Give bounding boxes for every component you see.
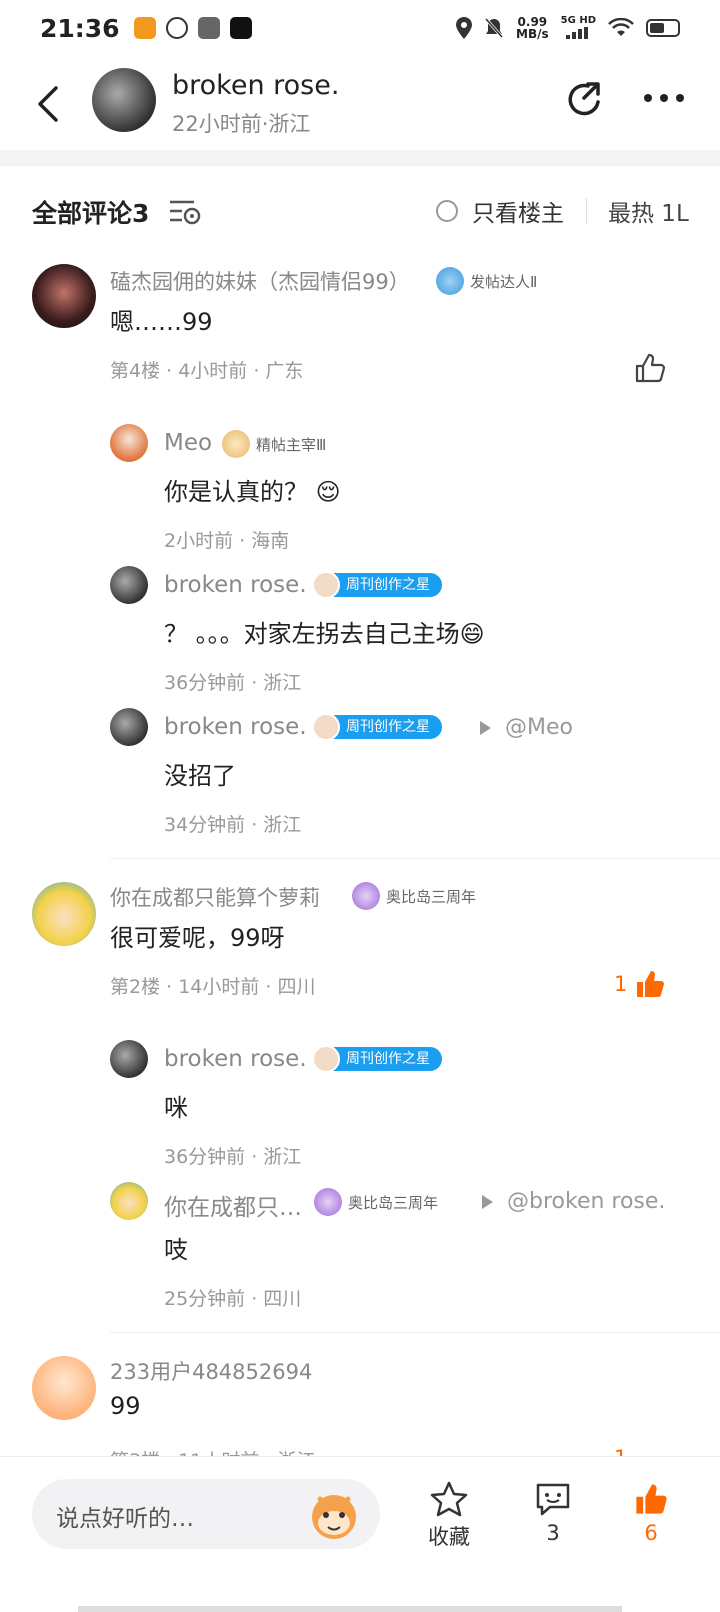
comment-text: 很可爱呢，99呀 [110,924,285,952]
replier-name[interactable]: Meo [164,430,212,456]
status-time: 21:36 [40,13,120,43]
author-name[interactable]: broken rose. [172,70,339,101]
comments-count: 3 [546,1521,560,1545]
tiktok-icon [229,17,252,39]
favorite-button[interactable]: 收藏 [414,1481,484,1551]
app-notification-icon [165,17,188,39]
reply-meta: 25分钟前 · 四川 [164,1288,302,1310]
badge-icon [436,267,464,295]
home-indicator [78,1606,622,1612]
net-speed-unit: MB/s [516,27,549,41]
status-bar: 21:36 0.99 MB/s 5G HD [0,0,720,56]
bottom-action-bar: 说点好听的… 收藏 3 6 [0,1456,720,1612]
only-op-toggle[interactable]: 只看楼主 [436,194,564,228]
replier-avatar[interactable] [110,566,148,604]
net-speed: 0.99 MB/s [516,16,549,40]
share-icon[interactable] [562,78,606,122]
commenter-name[interactable]: 233用户484852694 [110,1356,312,1386]
post-time-location: 22小时前·浙江 [172,112,311,136]
comment-meta: 第4楼 · 4小时前 · 广东 [110,360,304,382]
reply-text: 没招了 [164,762,236,790]
signal-icon [566,27,589,39]
replier-avatar[interactable] [110,1182,148,1220]
badge-icon [222,430,250,458]
commenter-name[interactable]: 磕杰园佣的妹妹（杰园情侣99） [110,266,410,296]
wifi-icon [608,18,634,36]
location-icon [456,17,473,39]
reply-target[interactable]: @Meo [480,715,573,740]
commenter-avatar[interactable] [32,882,96,946]
replier-name[interactable]: broken rose. [164,714,307,740]
reply-arrow-icon [482,1195,493,1209]
mute-icon [484,18,504,38]
comment-text: 99 [110,1392,141,1420]
comments-button[interactable]: 3 [518,1481,588,1545]
reply-meta: 2小时前 · 海南 [164,530,290,552]
replier-avatar[interactable] [110,708,148,746]
reply-text: ？ 。。。对家左拐去自己主场😄 [164,620,485,648]
reply-text: 吱 [164,1236,188,1264]
replier-avatar[interactable] [110,424,148,462]
filter-separator [586,198,587,224]
back-arrow-icon[interactable] [34,86,62,122]
reply-target-name: @broken rose. [507,1189,666,1214]
replier-name[interactable]: 你在成都只… [164,1188,302,1222]
app-notification-icon [133,17,156,39]
star-icon [430,1481,468,1517]
user-badge-label: 奥比岛三周年 [348,1194,439,1212]
user-badge-label: 奥比岛三周年 [386,888,477,906]
emoji-mascot-icon[interactable] [306,1487,362,1541]
author-avatar[interactable] [92,68,156,132]
comment-divider [110,1332,720,1333]
filter-settings-icon[interactable] [168,196,202,226]
like-count: 1 [614,972,628,996]
commenter-name[interactable]: 你在成都只能算个萝莉 [110,882,320,912]
replier-avatar[interactable] [110,1040,148,1078]
liked-icon[interactable] [634,968,666,1000]
battery-icon [646,19,680,37]
badge-icon [314,1188,342,1216]
reply-target[interactable]: @broken rose. [482,1189,665,1214]
all-comments-label: 全部评论3 [32,199,150,228]
radio-icon[interactable] [436,200,458,222]
comment-bubble-icon [536,1483,570,1516]
badge-avatar-icon [312,1045,340,1073]
vivo-icon [197,17,220,39]
liked-thumb-icon [636,1484,667,1514]
post-header: broken rose. 22小时前·浙江 [0,56,720,152]
comment-filter-bar: 全部评论3 只看楼主 最热 1L [0,188,720,238]
only-op-label: 只看楼主 [472,201,564,227]
replier-name[interactable]: broken rose. [164,572,307,598]
sort-selector[interactable]: 最热 1L [608,194,689,228]
reply-arrow-icon [480,721,491,735]
likes-count: 6 [644,1521,658,1545]
reply-meta: 34分钟前 · 浙江 [164,814,302,836]
reply-target-name: @Meo [505,715,573,740]
comment-meta: 第2楼 · 14小时前 · 四川 [110,976,316,998]
more-options-icon[interactable] [642,90,686,106]
like-post-button[interactable]: 6 [616,1481,686,1545]
replier-name[interactable]: broken rose. [164,1046,307,1072]
commenter-avatar[interactable] [32,264,96,328]
comment-input-placeholder: 说点好听的… [56,1506,194,1532]
like-icon[interactable] [634,352,666,384]
reply-meta: 36分钟前 · 浙江 [164,1146,302,1168]
comment-text: 嗯……99 [110,308,213,336]
network-type-label: 5G HD [560,15,596,26]
reply-meta: 36分钟前 · 浙江 [164,672,302,694]
comment-input[interactable]: 说点好听的… [32,1479,380,1549]
commenter-avatar[interactable] [32,1356,96,1420]
favorite-label: 收藏 [428,1525,470,1549]
user-badge-label: 精帖主宰Ⅲ [256,436,327,454]
badge-icon [352,882,380,910]
reply-text: 你是认真的？ 😌 [164,478,341,506]
badge-avatar-icon [312,713,340,741]
comment-divider [110,858,720,859]
network-type: 5G HD [561,15,596,41]
user-badge-label: 发帖达人Ⅱ [470,273,538,291]
section-divider [0,150,720,166]
badge-avatar-icon [312,571,340,599]
reply-text: 咪 [164,1094,188,1122]
